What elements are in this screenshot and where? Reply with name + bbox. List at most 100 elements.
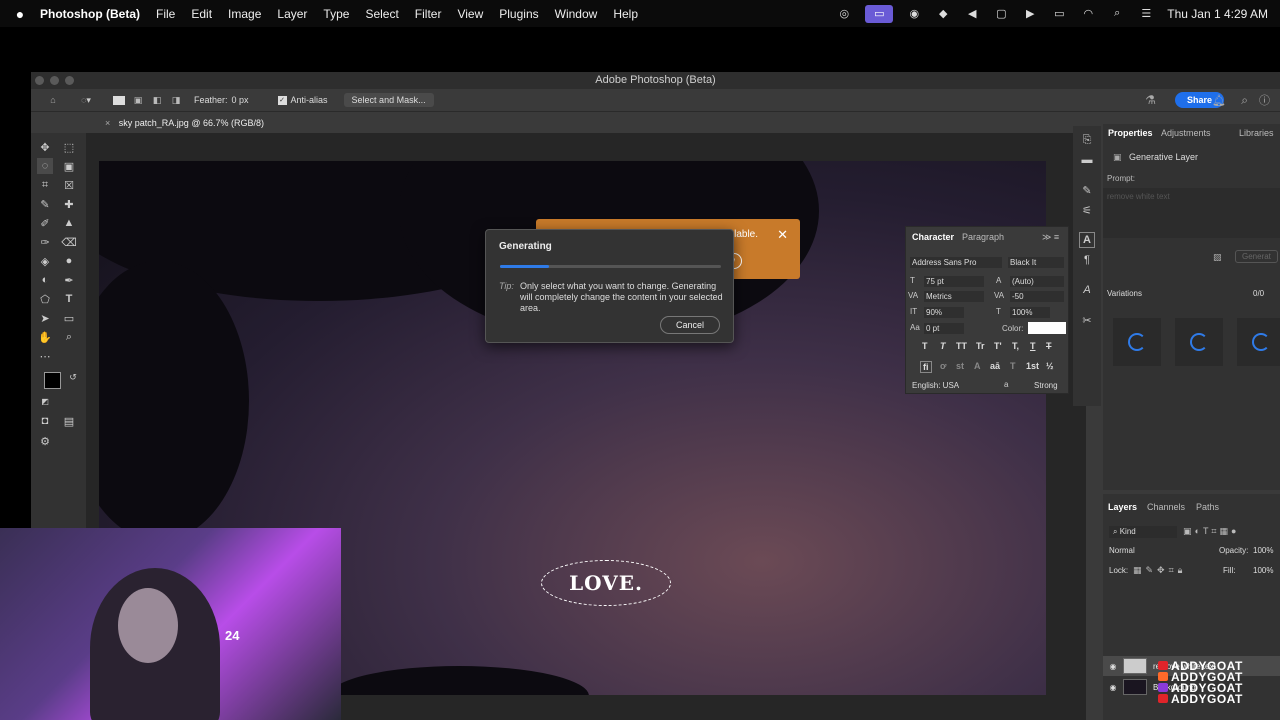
tab-layers[interactable]: Layers	[1108, 502, 1137, 512]
tab-adjustments[interactable]: Adjustments	[1161, 128, 1211, 138]
foreground-color-swatch[interactable]	[44, 372, 61, 389]
font-size-field[interactable]: 75 pt	[924, 276, 984, 287]
filter-kind-select[interactable]: ⌕ Kind	[1109, 526, 1177, 538]
object-select-icon[interactable]: ▣	[61, 158, 77, 174]
battery-icon[interactable]: ▭	[1051, 7, 1067, 20]
variations-label[interactable]: Variations	[1107, 289, 1142, 298]
eyedropper-icon[interactable]: ✎	[37, 196, 53, 212]
leading-field[interactable]: (Auto)	[1010, 276, 1064, 287]
eye-icon[interactable]: ◉	[1103, 662, 1123, 671]
play-icon[interactable]: ▶	[1022, 7, 1038, 20]
subtract-selection-icon[interactable]: ◧	[151, 93, 163, 108]
brush-settings-icon[interactable]: ✎	[1079, 182, 1095, 198]
control-center-icon[interactable]: ☰	[1138, 7, 1154, 20]
menu-help[interactable]: Help	[613, 7, 638, 21]
brush-tool-icon[interactable]: ✐	[37, 215, 53, 231]
frame-tool-icon[interactable]: ☒	[61, 177, 77, 193]
screen-record-icon[interactable]: ▭	[865, 4, 894, 23]
prompt-input[interactable]: remove white text	[1103, 188, 1280, 238]
diamond-icon[interactable]: ◆	[935, 7, 951, 20]
menubar-clock[interactable]: Thu Jan 1 4:29 AM	[1167, 7, 1268, 21]
cancel-button[interactable]: Cancel	[660, 316, 720, 334]
apple-icon[interactable]: ●	[12, 6, 28, 22]
adjustments-icon[interactable]: ⚟	[1079, 202, 1095, 218]
text-color-swatch[interactable]	[1028, 322, 1066, 334]
old-style-icon[interactable]: ơ	[940, 361, 946, 371]
tracking-field[interactable]: -50	[1010, 291, 1064, 302]
menu-edit[interactable]: Edit	[191, 7, 212, 21]
menu-layer[interactable]: Layer	[277, 7, 307, 21]
close-icon[interactable]: ✕	[777, 227, 788, 243]
history-panel-icon[interactable]: ⎘	[1079, 132, 1095, 148]
close-tab-icon[interactable]: ×	[105, 118, 110, 128]
fill-field[interactable]: 100%	[1253, 566, 1273, 575]
dodge-tool-icon[interactable]: ◐	[37, 272, 53, 288]
stamp-tool-icon[interactable]: ▲	[61, 215, 77, 231]
tab-character[interactable]: Character	[912, 232, 954, 242]
layer-filter-icons[interactable]: ▣◐T⌗▦●	[1183, 526, 1239, 537]
anti-alias-checkbox[interactable]: ✓	[277, 95, 287, 105]
blend-mode-select[interactable]: Normal	[1109, 546, 1217, 555]
menu-file[interactable]: File	[156, 7, 175, 21]
contextual-icon[interactable]: T	[1010, 361, 1016, 371]
blur-tool-icon[interactable]: ●	[61, 253, 77, 269]
underline-icon[interactable]: T	[1030, 341, 1036, 351]
glyphs-icon[interactable]: A	[1079, 282, 1095, 298]
font-family-select[interactable]: Address Sans Pro	[910, 257, 1002, 268]
vertical-scale-field[interactable]: 90%	[924, 307, 964, 318]
variation-thumbnail[interactable]	[1237, 318, 1280, 366]
all-caps-icon[interactable]: TT	[956, 341, 967, 351]
path-select-icon[interactable]: ➤	[37, 310, 53, 326]
menu-view[interactable]: View	[457, 7, 483, 21]
tab-channels[interactable]: Channels	[1147, 502, 1185, 512]
search-icon[interactable]: ⌕	[1241, 93, 1248, 108]
strikethrough-icon[interactable]: T	[1046, 341, 1052, 351]
history-brush-icon[interactable]: ✑	[37, 234, 53, 250]
baseline-shift-field[interactable]: 0 pt	[924, 323, 964, 334]
subscript-icon[interactable]: T,	[1012, 341, 1019, 351]
language-select[interactable]: English: USA	[910, 380, 1000, 391]
screen-mode-icon[interactable]: ▤	[61, 413, 77, 429]
bell-icon[interactable]: 🔔︎	[1212, 94, 1226, 107]
add-selection-icon[interactable]: ▣	[132, 93, 144, 108]
marquee-tool-icon[interactable]: ⬚	[61, 139, 77, 155]
lasso-tool-icon[interactable]: ◌▾	[75, 93, 97, 108]
faux-bold-icon[interactable]: T	[922, 341, 928, 351]
swash-icon[interactable]: st	[956, 361, 964, 371]
ligatures-icon[interactable]: fi	[920, 361, 932, 373]
close-window-button[interactable]	[35, 76, 44, 85]
image-icon[interactable]: ▨	[1213, 252, 1222, 263]
stylistic-alt-icon[interactable]: A	[974, 361, 981, 371]
tab-paths[interactable]: Paths	[1196, 502, 1219, 512]
flask-icon[interactable]: ⚗	[1145, 93, 1156, 107]
variation-thumbnail[interactable]	[1113, 318, 1161, 366]
menu-select[interactable]: Select	[365, 7, 398, 21]
healing-brush-icon[interactable]: ✚	[61, 196, 77, 212]
path-tool-icon[interactable]: ⬠	[37, 291, 53, 307]
ordinals-icon[interactable]: 1st	[1026, 361, 1039, 371]
intersect-selection-icon[interactable]: ◨	[170, 93, 182, 108]
faux-italic-icon[interactable]: T	[940, 341, 946, 351]
selected-text-area[interactable]: LOVE.	[541, 560, 671, 606]
menu-window[interactable]: Window	[555, 7, 598, 21]
tab-libraries[interactable]: Libraries	[1239, 128, 1274, 138]
minimize-window-button[interactable]	[50, 76, 59, 85]
new-selection-icon[interactable]	[113, 95, 125, 105]
spotlight-search-icon[interactable]: ⌕	[1109, 7, 1125, 20]
paragraph-panel-icon[interactable]: ¶	[1079, 252, 1095, 268]
home-icon[interactable]: ⌂	[45, 93, 61, 108]
generate-button[interactable]: Generat	[1235, 250, 1278, 263]
superscript-icon[interactable]: T'	[994, 341, 1002, 351]
menu-plugins[interactable]: Plugins	[499, 7, 538, 21]
hand-tool-icon[interactable]: ✋	[37, 329, 53, 345]
display-icon[interactable]: ▢	[993, 7, 1009, 20]
paint-bucket-icon[interactable]: ◈	[37, 253, 53, 269]
opacity-field[interactable]: 100%	[1253, 546, 1273, 555]
feather-input[interactable]: 0 px	[232, 95, 272, 105]
creative-cloud-icon[interactable]: ◎	[836, 7, 852, 20]
menu-type[interactable]: Type	[323, 7, 349, 21]
app-menu[interactable]: Photoshop (Beta)	[40, 7, 140, 21]
panel-menu-icon[interactable]: ≫ ≡	[1042, 232, 1059, 243]
edit-toolbar-icon[interactable]: ⚙	[37, 433, 53, 449]
menu-image[interactable]: Image	[228, 7, 261, 21]
